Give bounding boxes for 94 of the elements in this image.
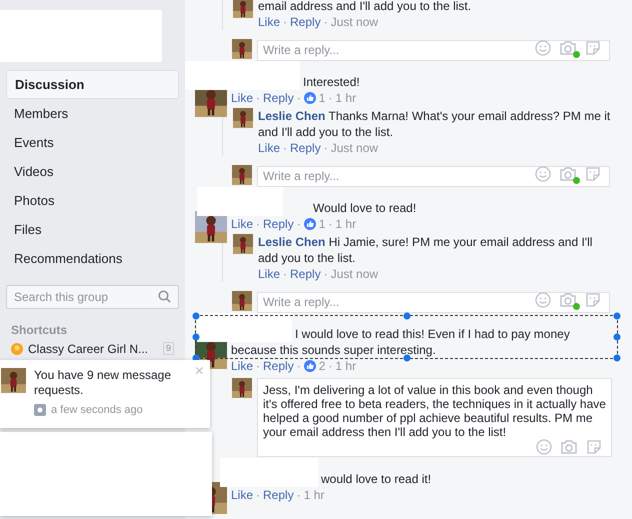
notification-text: You have 9 new message requests.	[34, 368, 172, 398]
like-link[interactable]: Like	[258, 14, 280, 30]
sticker-icon[interactable]	[586, 439, 602, 455]
shortcut-item[interactable]: Classy Career Girl N... 9	[0, 340, 185, 357]
selection-handle[interactable]	[614, 354, 620, 362]
separator: ·	[256, 90, 260, 106]
selection-handle[interactable]	[614, 312, 620, 320]
separator: ·	[256, 216, 260, 232]
reply-field[interactable]: Jess, I'm delivering a lot of value in this book and even though it's offered free to beta readers, the techniques in it actually have helped a good number of ppl achieve beautiful results. PM me your email address then I'll add you to the list!	[257, 378, 612, 457]
nav-item[interactable]: Videos	[6, 157, 179, 186]
nav-item[interactable]: Members	[6, 99, 179, 128]
thumbs-up-icon	[304, 218, 316, 230]
selection-handle[interactable]	[403, 354, 410, 362]
timestamp: 1 hr	[335, 216, 356, 232]
comment-text: Interested!	[302, 74, 361, 90]
reply-link[interactable]: Reply	[263, 487, 294, 503]
sticker-icon[interactable]	[585, 166, 601, 182]
reply-field[interactable]: Write a reply...	[257, 292, 610, 312]
group-icon	[11, 342, 23, 354]
comment-text: would love to read it!	[320, 471, 432, 487]
like-link[interactable]: Like	[231, 487, 254, 503]
reply-text: email address and I'll add you to the list.	[258, 0, 472, 14]
selection-handle[interactable]	[192, 312, 200, 320]
reply-field[interactable]: Write a reply...	[257, 166, 610, 186]
separator: ·	[296, 487, 301, 503]
like-link[interactable]: Like	[258, 266, 280, 282]
like-link[interactable]: Like	[231, 216, 254, 232]
separator: ·	[283, 266, 288, 282]
selection-handle[interactable]	[192, 334, 200, 340]
timestamp: Just now	[330, 140, 378, 156]
camera-icon[interactable]	[560, 439, 578, 455]
like-link[interactable]: Like	[231, 90, 254, 106]
separator: ·	[324, 140, 328, 156]
separator: ·	[296, 216, 301, 232]
smiley-icon[interactable]	[535, 292, 551, 308]
reply-text: Leslie Chen Hi Jamie, sure! PM me your email address and I'll add you to the list.	[258, 234, 594, 266]
timestamp: Just now	[330, 266, 378, 282]
shortcut-name: Classy Career Girl N...	[28, 340, 150, 358]
selection-handle[interactable]	[403, 312, 410, 320]
nav-item[interactable]: Events	[6, 128, 179, 157]
separator: ·	[328, 90, 332, 106]
gear-icon	[34, 404, 46, 416]
reply-link[interactable]: Reply	[263, 90, 294, 106]
like-link[interactable]: Like	[258, 140, 280, 156]
camera-icon[interactable]	[559, 292, 577, 308]
search-icon[interactable]	[158, 290, 171, 303]
like-link[interactable]: Like	[231, 358, 254, 374]
separator: ·	[283, 14, 288, 30]
reaction-count: 2	[318, 358, 326, 374]
separator: ·	[256, 358, 260, 374]
separator: ·	[324, 14, 328, 30]
section-heading: Shortcuts	[11, 323, 68, 338]
camera-icon[interactable]	[559, 40, 577, 56]
separator: ·	[324, 266, 328, 282]
separator: ·	[328, 358, 332, 374]
thumbs-up-icon	[304, 92, 316, 104]
notification-popup[interactable]: You have 9 new message requests. a few seconds ago ×	[0, 360, 210, 428]
count-badge: 9	[162, 342, 174, 355]
reaction-count: 1	[318, 216, 326, 232]
reply-text: Leslie Chen Thanks Marna! What's your email address? PM me it and I'll add you to the list.	[258, 108, 612, 140]
separator: ·	[328, 216, 332, 232]
comment-text: Would love to read!	[312, 200, 418, 216]
timestamp: 1 hr	[335, 90, 356, 106]
reply-field[interactable]: Write a reply...	[257, 40, 610, 60]
reply-link[interactable]: Reply	[290, 140, 321, 156]
notification-time: a few seconds ago	[51, 403, 143, 418]
smiley-icon[interactable]	[535, 166, 551, 182]
nav-item[interactable]: Discussion	[6, 70, 179, 99]
timestamp: 1 hr	[304, 487, 324, 503]
nav-item[interactable]: Files	[6, 215, 179, 244]
smiley-icon[interactable]	[536, 439, 552, 455]
reply-link[interactable]: Reply	[263, 358, 294, 374]
separator: ·	[296, 358, 301, 374]
separator: ·	[283, 140, 288, 156]
camera-icon[interactable]	[559, 166, 577, 182]
reply-link[interactable]: Reply	[290, 266, 321, 282]
sticker-icon[interactable]	[585, 40, 601, 56]
author-link[interactable]: Leslie Chen	[258, 235, 326, 249]
thumbs-up-icon	[304, 360, 316, 372]
nav-item[interactable]: Recommendations	[6, 244, 179, 273]
timestamp: Just now	[330, 14, 378, 30]
comment-text: I would love to read this! Even if I had to pay money because this sounds super interesting.	[231, 326, 571, 358]
smiley-icon[interactable]	[535, 40, 551, 56]
separator: ·	[296, 90, 301, 106]
reply-link[interactable]: Reply	[263, 216, 294, 232]
search-field[interactable]: Search this group	[6, 285, 179, 309]
separator: ·	[256, 487, 260, 503]
author-link[interactable]: Leslie Chen	[258, 109, 326, 123]
selection-handle[interactable]	[614, 334, 620, 340]
reply-link[interactable]: Reply	[290, 14, 321, 30]
nav-item[interactable]: Photos	[6, 186, 179, 215]
timestamp: 1 hr	[335, 358, 356, 374]
sticker-icon[interactable]	[585, 292, 601, 308]
reaction-count: 1	[318, 90, 326, 106]
